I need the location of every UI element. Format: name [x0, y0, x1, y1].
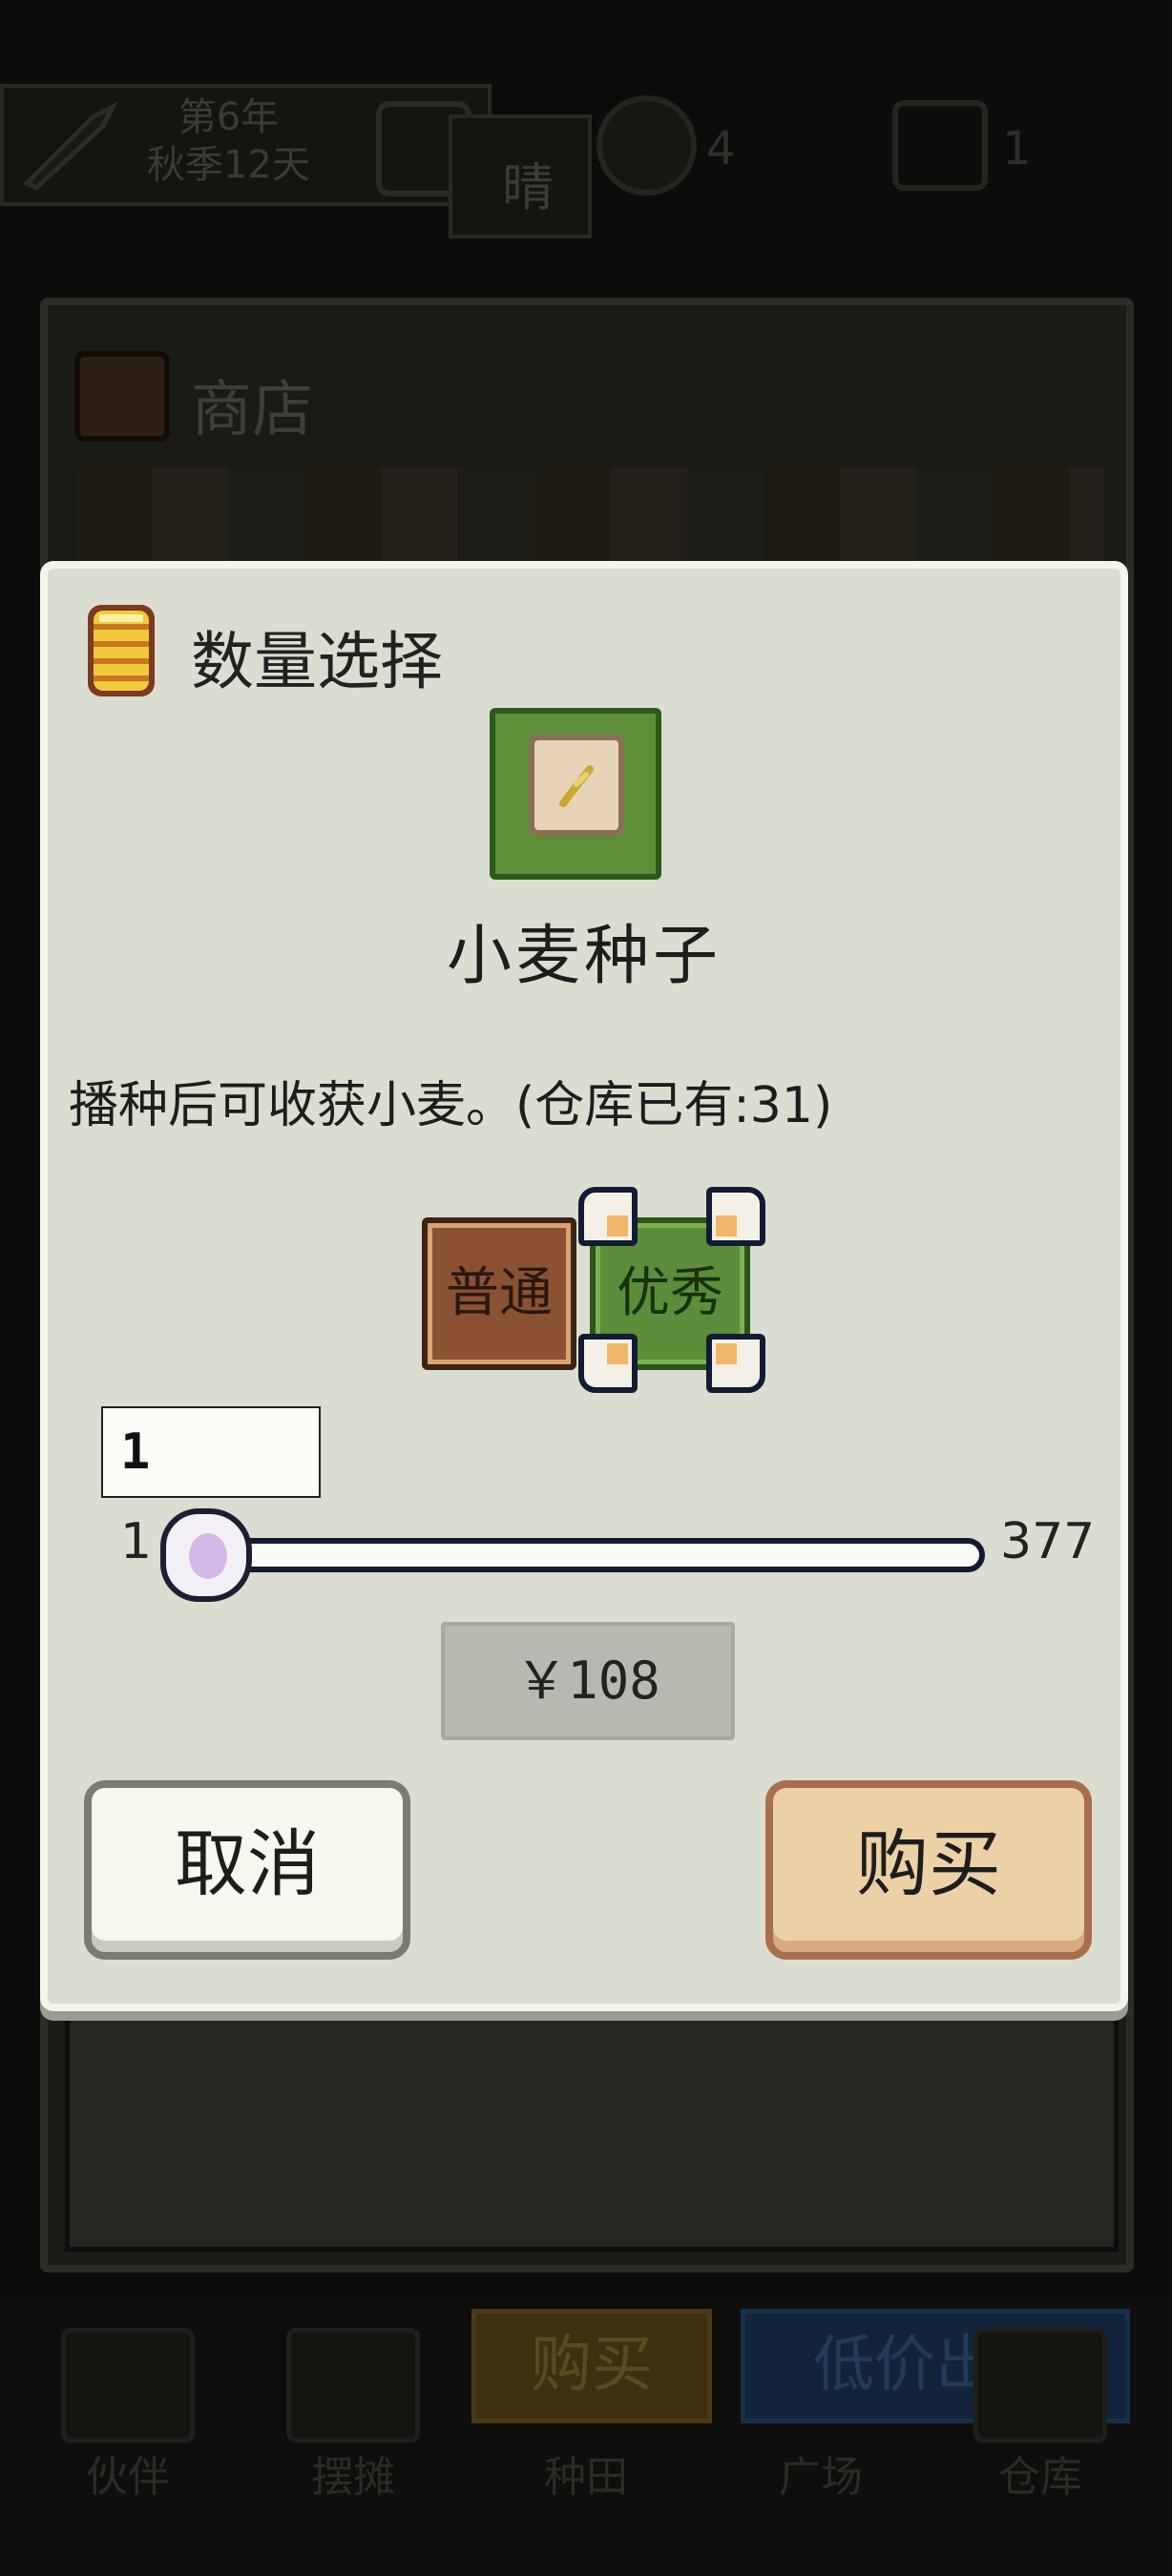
dialog-title: 数量选择 — [191, 625, 443, 698]
item-description: 播种后可收获小麦。(仓库已有:31) — [69, 1077, 833, 1134]
selection-corner-icon — [706, 1187, 765, 1246]
quantity-input[interactable] — [101, 1406, 321, 1498]
wheat-icon — [559, 765, 594, 807]
year-label: 第6年 — [178, 95, 280, 139]
quality-normal-label: 普通 — [446, 1262, 553, 1324]
feather-icon — [22, 101, 118, 192]
gem-icon — [892, 100, 988, 191]
quantity-dialog: 数量选择 小麦种子 播种后可收获小麦。(仓库已有:31) 普通 优秀 1 377… — [40, 561, 1128, 2011]
chest-icon — [74, 351, 170, 442]
shop-title: 商店 — [191, 375, 313, 446]
quantity-slider-thumb[interactable] — [160, 1508, 252, 1602]
nav-tab-farm: 种田 — [544, 2453, 628, 2502]
price-display: ￥108 — [441, 1622, 735, 1740]
warehouse-icon — [973, 2328, 1107, 2442]
season-day-label: 秋季12天 — [147, 143, 310, 187]
weather-label: 晴 — [502, 157, 554, 218]
date-text: 第6年 秋季12天 — [147, 93, 310, 189]
money-value: 4 — [706, 122, 736, 176]
background-buy-button: 购买 — [471, 2309, 712, 2423]
cancel-button[interactable]: 取消 — [84, 1780, 410, 1960]
buy-button[interactable]: 购买 — [765, 1780, 1092, 1960]
date-panel: 第6年 秋季12天 — [0, 84, 492, 206]
shop-list-area — [65, 2013, 1119, 2252]
gem-value: 1 — [1002, 122, 1032, 176]
quality-excellent-label: 优秀 — [617, 1262, 723, 1324]
item-name: 小麦种子 — [446, 919, 722, 994]
shop-banner-image — [76, 467, 1103, 572]
nav-tab-stall: 摆摊 — [311, 2453, 395, 2502]
nav-tab-warehouse: 仓库 — [998, 2453, 1082, 2502]
slider-min-label: 1 — [120, 1513, 153, 1570]
partner-icon — [61, 2328, 195, 2442]
stall-icon — [286, 2328, 420, 2442]
slider-max-label: 377 — [1000, 1513, 1096, 1570]
item-icon-frame — [490, 708, 661, 880]
quality-normal-button[interactable]: 普通 — [422, 1217, 576, 1370]
coin-stack-icon — [88, 605, 155, 696]
nav-tab-plaza: 广场 — [779, 2453, 863, 2502]
selection-corner-icon — [578, 1187, 638, 1246]
nav-tab-partner: 伙伴 — [86, 2453, 170, 2502]
quality-excellent-button[interactable]: 优秀 — [578, 1187, 765, 1393]
paw-icon — [189, 1533, 227, 1579]
quantity-slider-track[interactable] — [200, 1538, 985, 1572]
selection-corner-icon — [578, 1334, 638, 1393]
seed-bag-icon — [529, 735, 624, 836]
coin-icon — [596, 95, 697, 196]
selection-corner-icon — [706, 1334, 765, 1393]
weather-panel: 晴 — [449, 114, 592, 239]
